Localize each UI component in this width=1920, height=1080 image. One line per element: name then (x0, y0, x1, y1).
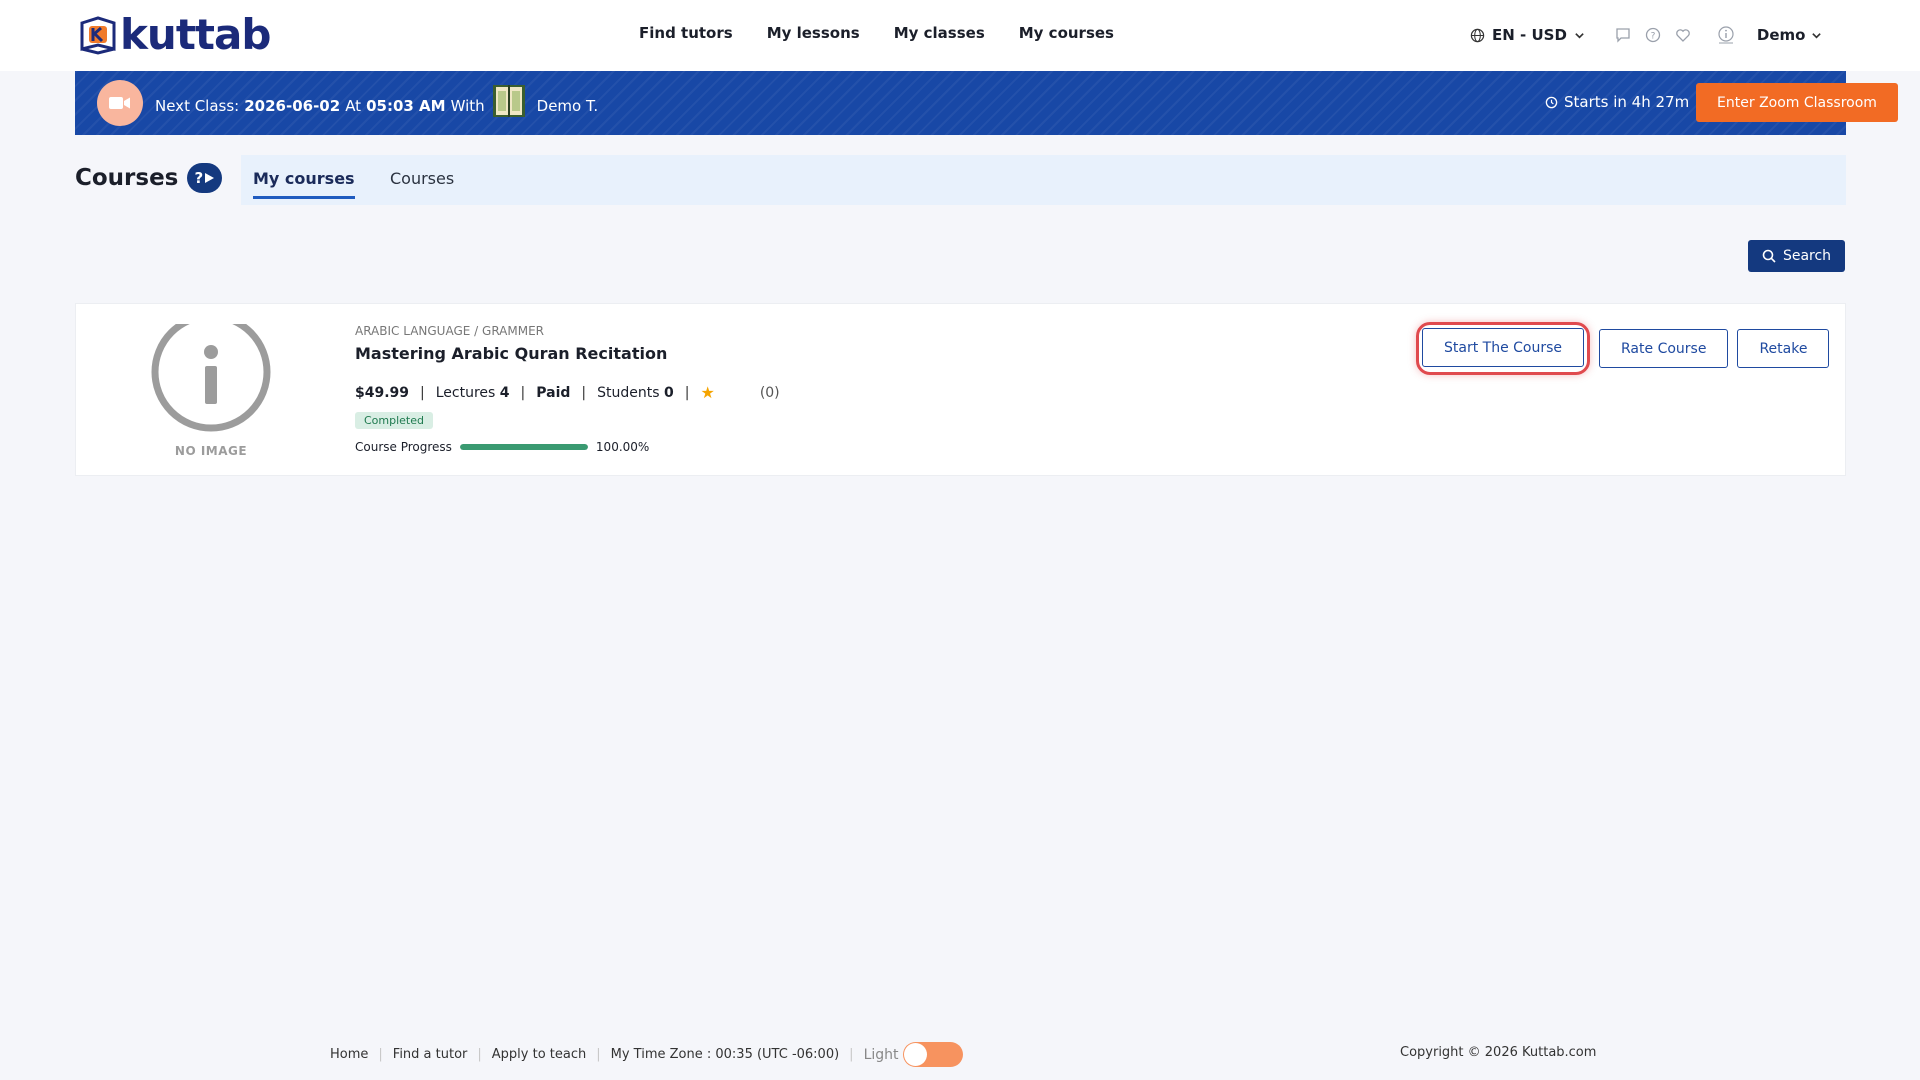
help-question-mark: ? (194, 169, 204, 187)
no-image-label: NO IMAGE AVAILABLE (172, 444, 249, 459)
heart-icon[interactable] (1675, 27, 1691, 43)
footer-home-link[interactable]: Home (330, 1047, 368, 1062)
nav-find-tutors[interactable]: Find tutors (639, 24, 733, 42)
course-students: Students 0 (597, 385, 674, 401)
nav-my-courses[interactable]: My courses (1019, 24, 1114, 42)
students-label: Students (597, 384, 660, 401)
header-actions: EN - USD ? Demo (1470, 22, 1822, 48)
progress-percent: 100.00% (595, 440, 650, 454)
nav-my-classes[interactable]: My classes (894, 24, 985, 42)
progress-bar-fill (459, 444, 588, 450)
countdown-text: Starts in 4h 27m (1564, 93, 1690, 111)
course-paid: Paid (536, 384, 571, 401)
tutor-avatar (492, 83, 526, 119)
course-progress: Course Progress 100.00% (355, 440, 649, 454)
page-title: Courses ? (75, 163, 223, 193)
footer-links: Home | Find a tutor | Apply to teach | M… (330, 1042, 963, 1067)
course-thumbnail: NO IMAGE AVAILABLE (136, 324, 286, 459)
video-camera-icon (97, 80, 143, 126)
next-class-time: 05:03 AM (366, 97, 446, 115)
logo-wordmark: kuttab (120, 10, 271, 59)
header-icon-group: ? (1615, 27, 1691, 43)
students-count: 0 (664, 384, 674, 401)
progress-bar (459, 444, 588, 450)
course-price: $49.99 (355, 384, 410, 401)
search-button[interactable]: Search (1748, 240, 1845, 272)
theme-toggle[interactable] (902, 1042, 963, 1067)
chevron-down-icon (1575, 32, 1584, 39)
course-card: NO IMAGE AVAILABLE ARABIC LANGUAGE / GRA… (75, 303, 1846, 476)
clock-icon (1545, 96, 1558, 108)
help-circle-icon[interactable]: ? (1645, 27, 1661, 43)
start-course-button[interactable]: Start The Course (1422, 328, 1585, 367)
theme-label: Light (863, 1046, 899, 1063)
enter-zoom-classroom-button[interactable]: Enter Zoom Classroom (1696, 83, 1898, 122)
class-countdown: Starts in 4h 27m (1545, 93, 1689, 111)
course-category: ARABIC LANGUAGE / GRAMMER (355, 324, 544, 338)
course-actions: Start The Course Rate Course Retake (1416, 322, 1830, 375)
user-menu[interactable]: Demo (1757, 26, 1823, 44)
locale-selector[interactable]: EN - USD (1470, 26, 1585, 44)
course-meta: $49.99 | Lectures 4 | Paid | Students 0 … (355, 383, 780, 402)
top-header: kuttab Find tutors My lessons My classes… (0, 0, 1920, 71)
chat-icon[interactable] (1615, 27, 1631, 43)
start-course-highlight: Start The Course (1416, 322, 1591, 375)
theme-toggle-knob (903, 1043, 927, 1066)
next-class-date: 2026-06-02 (244, 97, 341, 115)
search-icon (1762, 249, 1776, 263)
rate-course-button[interactable]: Rate Course (1599, 329, 1729, 368)
tab-courses[interactable]: Courses (390, 169, 454, 196)
help-video-button[interactable]: ? (187, 163, 223, 193)
main-nav: Find tutors My lessons My classes My cou… (639, 24, 1114, 42)
courses-tabs: My courses Courses (241, 155, 1846, 205)
next-class-info: Next Class: 2026-06-02 At 05:03 AM With … (155, 85, 599, 119)
retake-button[interactable]: Retake (1737, 329, 1830, 368)
next-class-tutor[interactable]: Demo T. (537, 97, 599, 115)
star-icon: ★ (700, 383, 715, 402)
status-badge: Completed (355, 412, 433, 429)
user-name: Demo (1756, 26, 1806, 44)
play-icon (205, 173, 215, 183)
copyright-text: Copyright © 2026 Kuttab.com (1400, 1045, 1597, 1060)
tab-my-courses[interactable]: My courses (253, 169, 355, 199)
course-lectures: Lectures 4 (436, 385, 510, 401)
footer-timezone: My Time Zone : 00:35 (UTC -06:00) (610, 1047, 840, 1062)
next-class-banner: Next Class: 2026-06-02 At 05:03 AM With … (75, 71, 1898, 135)
locale-label: EN - USD (1492, 26, 1567, 44)
next-class-at: At (345, 97, 362, 115)
next-class-prefix: Next Class: (155, 97, 240, 115)
chevron-down-icon (1812, 32, 1822, 39)
rating-count: (0) (759, 384, 780, 401)
book-k-icon (78, 15, 118, 55)
progress-label: Course Progress (355, 440, 452, 454)
nav-my-lessons[interactable]: My lessons (767, 24, 860, 42)
next-class-with: With (450, 97, 485, 115)
page-title-text: Courses (75, 165, 179, 191)
info-placeholder-icon (151, 324, 271, 432)
globe-icon (1470, 28, 1485, 42)
svg-text:?: ? (1651, 32, 1656, 42)
course-title[interactable]: Mastering Arabic Quran Recitation (355, 344, 667, 363)
info-icon[interactable] (1717, 26, 1735, 44)
search-button-label: Search (1782, 248, 1832, 264)
lectures-count: 4 (499, 384, 510, 401)
lectures-label: Lectures (435, 384, 496, 401)
kuttab-logo[interactable]: kuttab (78, 10, 271, 59)
footer-apply-to-teach-link[interactable]: Apply to teach (492, 1047, 586, 1062)
footer-find-tutor-link[interactable]: Find a tutor (393, 1047, 468, 1062)
